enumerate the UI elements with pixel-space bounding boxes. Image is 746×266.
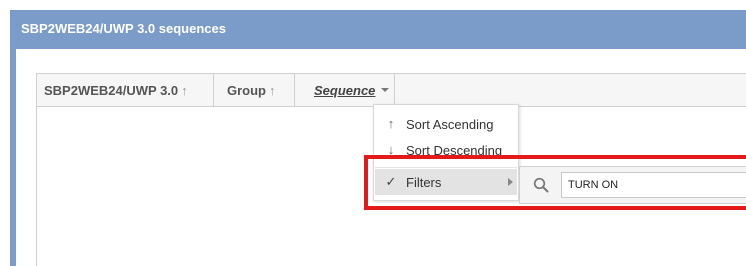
sort-ascending-indicator-icon: ↑ [181, 83, 188, 98]
arrow-down-icon: ↓ [387, 142, 395, 157]
menu-item-sort-descending[interactable]: ↓ Sort Descending [375, 137, 517, 163]
submenu-arrow-icon [508, 178, 513, 186]
column-menu-dropdown-icon[interactable] [381, 88, 389, 92]
column-header-sbp2web24[interactable]: SBP2WEB24/UWP 3.0 ↑ [37, 74, 214, 106]
filter-submenu [519, 166, 746, 204]
menu-item-label: Filters [406, 175, 442, 190]
search-icon [533, 177, 549, 193]
menu-item-label: Sort Descending [406, 143, 503, 158]
checkmark-icon[interactable]: ✓ [384, 174, 398, 190]
menu-separator [375, 167, 517, 168]
column-header-label: Group [227, 83, 266, 98]
window-titlebar: SBP2WEB24/UWP 3.0 sequences [10, 10, 746, 46]
arrow-up-icon: ↑ [387, 116, 395, 131]
menu-item-filters[interactable]: ✓ Filters [375, 169, 517, 195]
filter-input[interactable] [561, 172, 746, 198]
menu-item-sort-ascending[interactable]: ↑ Sort Ascending [375, 111, 517, 137]
window-title: SBP2WEB24/UWP 3.0 sequences [21, 21, 226, 36]
column-header-label: SBP2WEB24/UWP 3.0 [44, 83, 179, 98]
column-header-sequence[interactable]: Sequence [295, 74, 395, 106]
grid-header: SBP2WEB24/UWP 3.0 ↑ Group ↑ Sequence [37, 74, 746, 107]
sort-ascending-indicator-icon: ↑ [269, 83, 276, 98]
menu-item-label: Sort Ascending [406, 117, 494, 132]
column-header-group[interactable]: Group ↑ [214, 74, 295, 106]
column-header-label: Sequence [314, 83, 376, 98]
column-context-menu: ↑ Sort Ascending ↓ Sort Descending ✓ Fil… [373, 104, 519, 201]
